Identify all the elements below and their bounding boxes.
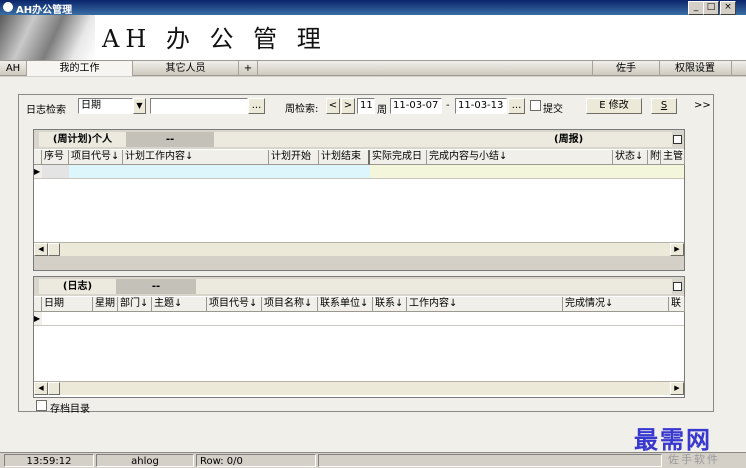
tab-my-work[interactable]: 我的工作 [27,61,133,76]
window-title: AH办公管理 [16,5,73,16]
weekly-report-label: (周报) [554,134,584,145]
status-user: ahlog [96,454,194,467]
week-search-label: 周检索: [285,104,319,115]
week-number-field[interactable]: 11 [357,98,375,114]
status-row: Row: 0/0 [196,454,316,467]
tab-ah[interactable]: AH [0,61,27,76]
row-marker-icon: ▶ [34,312,42,325]
submit-label: 提交 [543,104,563,115]
scroll-thumb[interactable] [48,243,60,256]
tab-daily-log-other[interactable]: -- [116,279,196,294]
plan-expand-icon[interactable] [673,135,682,144]
plan-col-status[interactable]: 状态↓ [613,150,648,165]
next-week-button[interactable]: > [341,98,355,114]
log-col-department[interactable]: 部门↓ [118,297,152,312]
week-word: 周 [377,105,387,116]
log-col-contact[interactable]: 联系↓ [373,297,407,312]
status-time: 13:59:12 [4,454,94,467]
banner-logo-art [0,15,95,60]
log-col-subject[interactable]: 主题↓ [152,297,207,312]
log-col-date[interactable]: 日期 [42,297,93,312]
search-type-dropdown-icon[interactable]: ▼ [133,98,146,114]
plan-cell-plan-block[interactable] [69,165,370,178]
date-range-dash: - [446,100,450,111]
log-col-completion[interactable]: 完成情况↓ [563,297,669,312]
tab-permission-settings[interactable]: 权限设置 [659,61,732,76]
scroll-right-icon[interactable]: ▶ [670,243,684,256]
table-row[interactable]: ▶ [34,165,684,179]
log-grid-title-strip [196,279,672,294]
plan-horizontal-scrollbar[interactable]: ◀ ▶ [34,242,684,256]
plan-col-attach[interactable]: 附 [648,150,661,165]
scroll-thumb[interactable] [48,382,60,395]
archive-checkbox[interactable] [36,400,47,411]
watermark-sub: 佐手软件 [668,453,720,466]
archive-label: 存档目录 [50,404,90,415]
s-button[interactable]: S [651,98,677,114]
tab-weekly-plan-personal[interactable]: (周计划)个人 [39,132,126,147]
log-col-project-code[interactable]: 项目代号↓ [207,297,262,312]
plan-col-summary[interactable]: 完成内容与小结↓ [427,150,613,165]
plan-col-seq[interactable]: 序号 [42,150,69,165]
app-icon [3,2,13,12]
plan-cell-seq[interactable] [42,165,69,178]
row-marker-icon: ▶ [34,165,42,178]
log-expand-icon[interactable] [673,282,682,291]
date-from-field[interactable]: 11-03-07 [390,98,442,114]
minimize-button[interactable]: _ [688,1,704,15]
edit-button[interactable]: E 修改 [586,98,642,114]
table-row[interactable]: ▶ [34,312,684,326]
weekly-plan-grid: (周计划)个人 -- (周报) 序号 项目代号↓ 计划工作内容↓ 计划开始 计划… [33,129,685,271]
plan-col-actual-done[interactable]: 实际完成日 [370,150,427,165]
tab-daily-log[interactable]: (日志) [39,279,116,294]
weekly-report-title: (周报) [214,132,672,147]
banner-title: AH 办 公 管 理 [102,25,327,53]
log-col-work-content[interactable]: 工作内容↓ [407,297,563,312]
search-type-select[interactable]: 日期 [78,98,133,114]
log-col-contact-unit[interactable]: 联系单位↓ [318,297,373,312]
submit-checkbox[interactable] [530,100,541,111]
date-to-field[interactable]: 11-03-13 [455,98,507,114]
log-col-contact-2[interactable]: 联 [669,297,685,312]
scroll-left-icon[interactable]: ◀ [34,243,48,256]
log-horizontal-scrollbar[interactable]: ◀ ▶ [34,381,684,395]
status-pane-empty [318,454,662,467]
log-col-weekday[interactable]: 星期 [93,297,118,312]
plan-col-plan-content[interactable]: 计划工作内容↓ [123,150,269,165]
daily-log-grid: (日志) -- 日期 星期 部门↓ 主题↓ 项目代号↓ 项目名称↓ 联系单位↓ … [33,276,685,398]
tab-assistant[interactable]: 佐手 [592,61,660,76]
search-browse-button[interactable]: ... [248,98,265,114]
search-type-value: 日期 [81,100,101,111]
plan-col-project-code[interactable]: 项目代号↓ [69,150,123,165]
plan-grid-footer [34,256,684,270]
search-input[interactable] [150,98,248,114]
plan-cell-report-block[interactable] [370,165,684,178]
watermark-brand: 最需网 [634,426,712,454]
more-button[interactable]: >> [694,100,711,111]
scroll-left-icon[interactable]: ◀ [34,382,48,395]
plan-col-indicator [34,150,42,165]
maximize-button[interactable]: □ [703,1,719,15]
status-bar: 13:59:12 ahlog Row: 0/0 [0,452,746,467]
prev-week-button[interactable]: < [326,98,340,114]
log-col-project-name[interactable]: 项目名称↓ [262,297,318,312]
log-col-indicator [34,297,42,312]
plan-col-plan-end[interactable]: 计划结束 [319,150,370,165]
tab-weekly-plan-other[interactable]: -- [126,132,214,147]
tab-add[interactable]: + [239,61,258,76]
window-title-bar: AH办公管理 _ □ × [0,0,746,16]
tab-other-people[interactable]: 其它人员 [133,61,239,76]
close-button[interactable]: × [720,1,736,15]
plan-col-plan-start[interactable]: 计划开始 [269,150,319,165]
log-search-label: 日志检索 [26,105,66,116]
top-tab-bar: AH 我的工作 其它人员 + 佐手 权限设置 [0,60,746,76]
plan-col-supervisor[interactable]: 主管 [661,150,685,165]
scroll-right-icon[interactable]: ▶ [670,382,684,395]
date-browse-button[interactable]: ... [508,98,525,114]
